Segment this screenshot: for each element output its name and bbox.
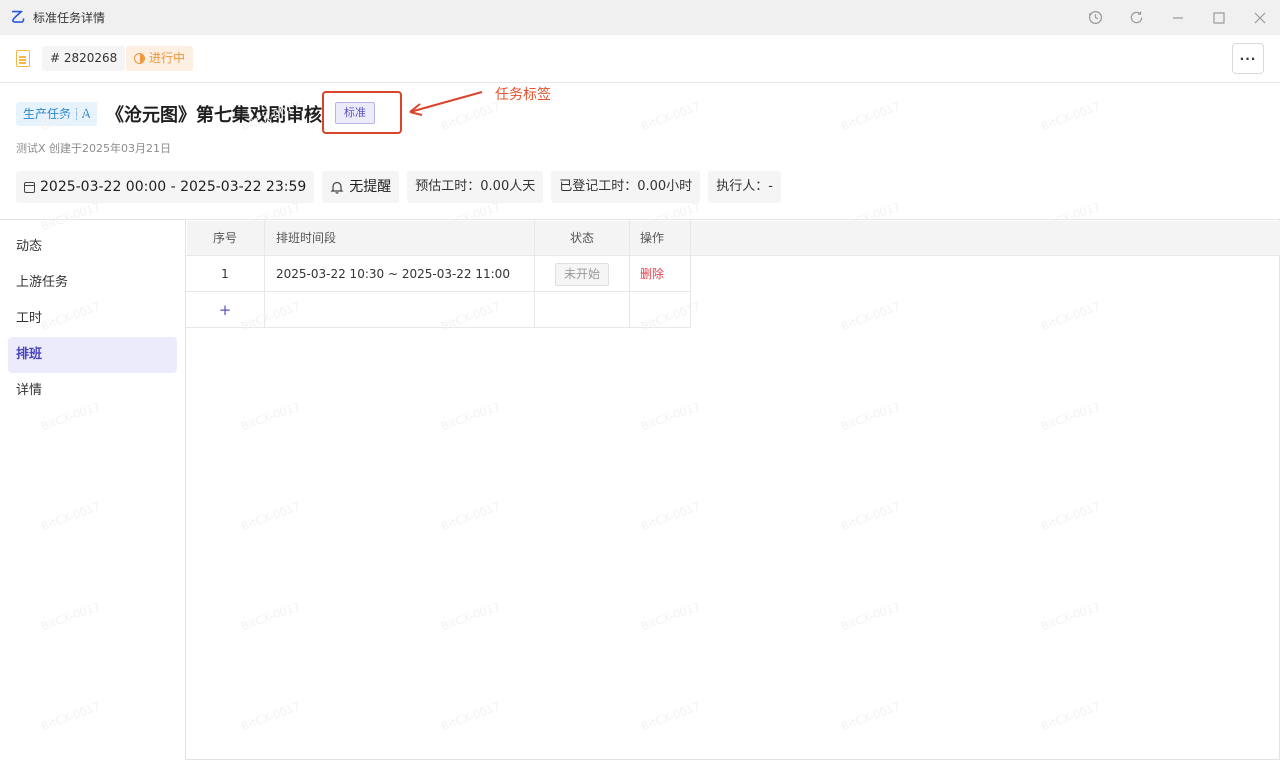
row-status-cell: 未开始 [535,256,630,292]
detail-sidebar: 动态 上游任务 工时 排班 详情 [0,220,185,760]
task-status-chip[interactable]: 进行中 [126,46,194,71]
close-icon[interactable] [1239,0,1280,35]
maximize-icon[interactable] [1198,0,1239,35]
reminder-chip[interactable]: 无提醒 [322,171,400,203]
estimated-hours-chip[interactable]: 预估工时：0.00人天 [407,171,544,203]
creator-info: 测试X 创建于2025年03月21日 [16,142,172,155]
empty-cell [265,292,535,328]
watermark-text: BitCX-0017 [1039,99,1102,134]
reminder-value: 无提醒 [349,179,392,195]
row-time[interactable]: 2025-03-22 10:30 ~ 2025-03-22 11:00 [265,256,535,292]
more-button[interactable]: ··· [1232,43,1264,74]
task-info-row: 2025-03-22 00:00 - 2025-03-22 23:59 无提醒 … [16,171,781,203]
type-separator [76,108,78,120]
window-title-bar: 乙 标准任务详情 [0,0,1280,35]
window-controls [1075,0,1280,35]
task-type-label: 生产任务 [23,107,72,121]
header-op: 操作 [630,220,691,256]
logged-hours-chip[interactable]: 已登记工时：0.00小时 [551,171,701,203]
minimize-icon[interactable] [1157,0,1198,35]
annotation-label: 任务标签 [495,87,551,103]
annotation-highlight-box [322,91,402,134]
window-title: 标准任务详情 [33,11,106,25]
add-row-button[interactable]: + [219,301,232,319]
header-time: 排班时间段 [265,220,535,256]
row-status-pill: 未开始 [554,263,609,286]
sidebar-item-details[interactable]: 详情 [8,373,177,409]
task-grade-label: A [82,107,91,121]
add-row-cell: + [186,292,265,328]
app-logo-icon: 乙 [11,9,25,26]
sidebar-item-upstream[interactable]: 上游任务 [8,265,177,301]
sidebar-item-hours[interactable]: 工时 [8,301,177,337]
row-seq: 1 [186,256,265,292]
date-range-chip[interactable]: 2025-03-22 00:00 - 2025-03-22 23:59 [16,171,315,203]
empty-cell [630,292,691,328]
delete-link[interactable]: 删除 [640,267,664,281]
header-status: 状态 [535,220,630,256]
assignee-chip[interactable]: 执行人：- [708,171,781,203]
row-op-cell: 删除 [630,256,691,292]
bell-icon [330,181,344,194]
refresh-icon[interactable] [1116,0,1157,35]
annotation-arrow [409,91,483,116]
watermark-text: BitCX-0017 [639,99,702,134]
schedule-panel: 序号 排班时间段 状态 操作 1 2025-03-22 10:30 ~ 2025… [185,220,1280,760]
task-type-chip[interactable]: 生产任务 A [16,102,98,126]
task-title: 《沧元图》第七集戏剧审核 [106,105,322,125]
calendar-icon [24,181,35,193]
document-icon [16,50,30,67]
sidebar-item-schedule[interactable]: 排班 [8,337,177,373]
header-seq: 序号 [186,220,265,256]
empty-cell [535,292,630,328]
task-id-chip[interactable]: # 2820268 [42,46,126,71]
history-icon[interactable] [1075,0,1116,35]
half-circle-icon [134,53,145,64]
sidebar-item-activity[interactable]: 动态 [8,229,177,265]
task-header-bar: # 2820268 进行中 ··· [0,35,1280,83]
task-status-label: 进行中 [149,51,186,65]
date-range-value: 2025-03-22 00:00 - 2025-03-22 23:59 [40,179,307,195]
watermark-text: BitCX-0017 [839,99,902,134]
